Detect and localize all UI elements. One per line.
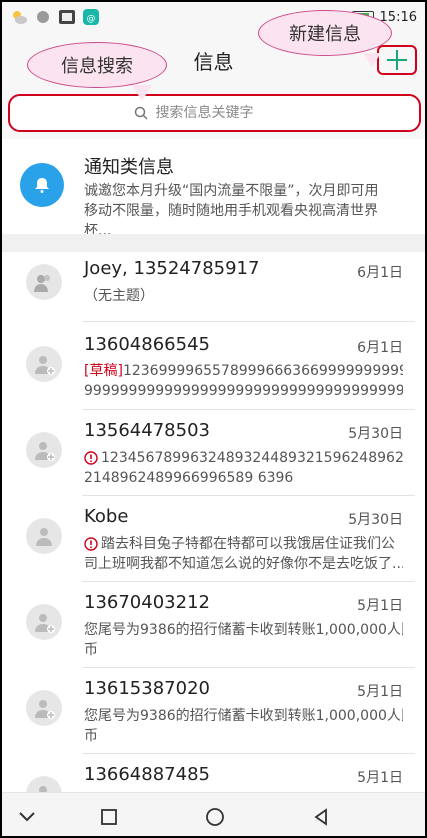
- message-preview-line1: 123456789963248932448932159624896217896: [84, 448, 403, 468]
- message-preview-line1: 踏去科目兔子特都在特都可以我饿居住证我们公: [84, 534, 403, 554]
- app-icon: [59, 10, 75, 24]
- notification-list: 通知类信息 诚邀您本月升级“国内流量不限量”，次月即可用 移动不限量，随时随地用…: [2, 139, 425, 239]
- notification-title: 通知类信息: [84, 157, 174, 178]
- contact-name: 13670403212: [84, 592, 210, 613]
- message-preview-line2: 币: [84, 642, 98, 658]
- search-input[interactable]: [155, 105, 296, 121]
- annotation-new-label: 新建信息: [289, 24, 361, 45]
- message-item[interactable]: Kobe 5月30日 踏去科目兔子特都在特都可以我饿居住证我们公 司上班啊我都不…: [2, 496, 425, 582]
- message-preview-line1: [草稿]123699996557899966636699999999999999…: [84, 361, 403, 381]
- nav-recents-button[interactable]: [94, 802, 124, 832]
- contact-avatar: [26, 518, 62, 554]
- square-icon: [101, 808, 117, 825]
- notification-dot-icon: [37, 11, 49, 23]
- back-triangle-icon: [314, 807, 327, 826]
- contact-name: 13615387020: [84, 678, 210, 699]
- add-contact-icon: [35, 356, 55, 375]
- message-preview-text: 123456789963248932448932159624896217896: [101, 450, 403, 466]
- add-contact-icon: [35, 700, 55, 719]
- send-failed-icon: [84, 537, 98, 551]
- message-date: 5月1日: [357, 598, 403, 614]
- contact-name: Joey, 13524785917: [84, 258, 260, 279]
- notification-item[interactable]: 通知类信息 诚邀您本月升级“国内流量不限量”，次月即可用 移动不限量，随时随地用…: [2, 139, 425, 239]
- contact-name: Kobe: [84, 506, 129, 527]
- message-preview-line1: 您尾号为9386的招行储蓄卡收到转账1,000,000人民: [84, 708, 403, 724]
- message-preview-line1: 您尾号为9386的招行储蓄卡收到转账1,000,000人民: [84, 622, 403, 638]
- plus-icon: [387, 50, 407, 70]
- nav-back-button[interactable]: [306, 802, 336, 832]
- group-contact-icon: [34, 275, 50, 292]
- contact-name: 13664887485: [84, 764, 210, 785]
- add-contact-icon: [35, 442, 55, 461]
- contact-avatar: [26, 264, 62, 300]
- message-preview-text: 踏去科目兔子特都在特都可以我饿居住证我们公: [101, 536, 395, 552]
- contact-avatar: [26, 346, 62, 382]
- annotation-search-label: 信息搜索: [61, 56, 133, 77]
- notification-preview-line1: 诚邀您本月升级“国内流量不限量”，次月即可用: [84, 183, 379, 199]
- status-icons-left: @: [10, 8, 100, 26]
- annotation-new-message: 新建信息: [258, 10, 392, 67]
- message-item[interactable]: 13670403212 5月1日 您尾号为9386的招行储蓄卡收到转账1,000…: [2, 582, 425, 668]
- message-item[interactable]: Joey, 13524785917 6月1日 （无主题）: [2, 252, 425, 322]
- message-list: Joey, 13524785917 6月1日 （无主题） 13604866545…: [2, 252, 425, 812]
- nav-collapse-button[interactable]: [12, 802, 42, 832]
- bell-icon: [35, 178, 49, 193]
- weather-icon: [13, 11, 27, 24]
- contact-icon: [36, 528, 52, 546]
- add-contact-icon: [35, 614, 55, 633]
- message-item[interactable]: 13604866545 6月1日 [草稿]1236999965578999666…: [2, 322, 425, 410]
- circle-icon: [206, 807, 224, 826]
- system-nav-bar: [2, 792, 425, 836]
- message-date: 5月30日: [348, 512, 403, 528]
- new-message-button[interactable]: [377, 45, 417, 75]
- message-item[interactable]: 13564478503 5月30日 1234567899632489324489…: [2, 410, 425, 496]
- message-date: 5月1日: [357, 684, 403, 700]
- message-preview-line2: 2148962489966996589 6396: [84, 470, 294, 486]
- contact-avatar: [26, 690, 62, 726]
- contact-name: 13564478503: [84, 420, 210, 441]
- phone-screen: @ 15:16 信息 信息搜索 新建信息 搜索信息关键字 通知类信息 诚邀您本月…: [0, 0, 427, 838]
- draft-tag: [草稿]: [84, 363, 123, 379]
- annotation-search: 信息搜索: [27, 42, 167, 101]
- search-icon: [134, 106, 148, 120]
- send-failed-icon: [84, 451, 98, 465]
- message-preview-line2: 币: [84, 728, 98, 744]
- chevron-down-icon: [19, 811, 35, 821]
- app-store-icon: @: [83, 9, 99, 25]
- nav-home-button[interactable]: [200, 802, 230, 832]
- message-preview-text: 1236999965578999666366999999999999999: [122, 363, 403, 379]
- message-date: 5月1日: [357, 770, 403, 786]
- contact-name: 13604866545: [84, 334, 210, 355]
- svg-text:@: @: [87, 14, 96, 24]
- message-date: 6月1日: [357, 265, 403, 281]
- message-item[interactable]: 13615387020 5月1日 您尾号为9386的招行储蓄卡收到转账1,000…: [2, 668, 425, 754]
- search-bar[interactable]: [8, 94, 421, 132]
- message-preview-line2: 9999999999999999999999999999999999999999…: [84, 383, 403, 399]
- contact-avatar: [26, 432, 62, 468]
- section-separator: [2, 234, 425, 252]
- message-date: 5月30日: [348, 426, 403, 442]
- message-preview-line2: 司上班啊我都不知道怎么说的好像你不是去吃饭了...: [84, 556, 403, 572]
- message-preview-line1: （无主题）: [84, 288, 154, 304]
- contact-avatar: [26, 604, 62, 640]
- message-date: 6月1日: [357, 340, 403, 356]
- notification-avatar: [20, 163, 64, 207]
